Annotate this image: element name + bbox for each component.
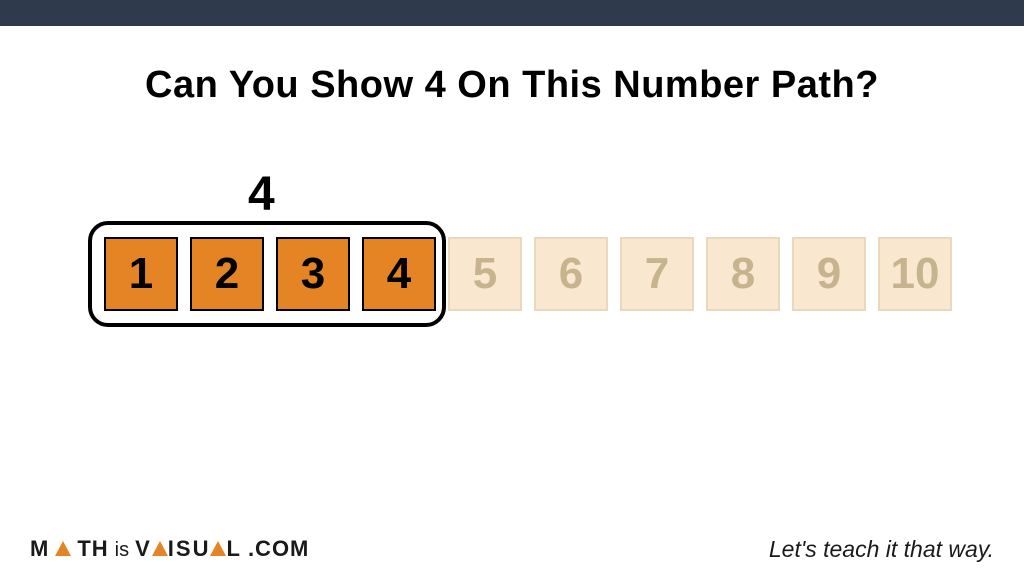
triangle-icon — [210, 541, 226, 556]
logo-text-v: V — [135, 536, 152, 561]
logo-text-is: is — [115, 539, 129, 562]
tile-6: 6 — [534, 237, 608, 311]
number-path: 1 2 3 4 5 6 7 8 9 10 — [104, 237, 952, 311]
logo-text-dotcom: .COM — [248, 536, 309, 562]
logo-text-isu: ISU — [168, 536, 211, 561]
top-bar — [0, 0, 1024, 26]
tile-9: 9 — [792, 237, 866, 311]
logo-text-l: L — [226, 536, 241, 561]
target-number-label: 4 — [248, 167, 275, 222]
site-logo: M TH is V ISU L .COM — [30, 536, 309, 562]
logo-text-m: M — [30, 536, 49, 562]
footer: M TH is V ISU L .COM Let's teach it that way… — [0, 528, 1024, 576]
tile-10: 10 — [878, 237, 952, 311]
logo-text-th: TH — [77, 536, 108, 562]
tagline: Let's teach it that way. — [769, 536, 994, 563]
triangle-icon — [55, 541, 71, 556]
tile-3: 3 — [276, 237, 350, 311]
tile-8: 8 — [706, 237, 780, 311]
tile-2: 2 — [190, 237, 264, 311]
triangle-icon — [152, 541, 168, 556]
tile-4: 4 — [362, 237, 436, 311]
tile-7: 7 — [620, 237, 694, 311]
tile-1: 1 — [104, 237, 178, 311]
tile-5: 5 — [448, 237, 522, 311]
page-title: Can You Show 4 On This Number Path? — [0, 64, 1024, 107]
number-path-stage: 4 1 2 3 4 5 6 7 8 9 10 — [0, 167, 1024, 467]
